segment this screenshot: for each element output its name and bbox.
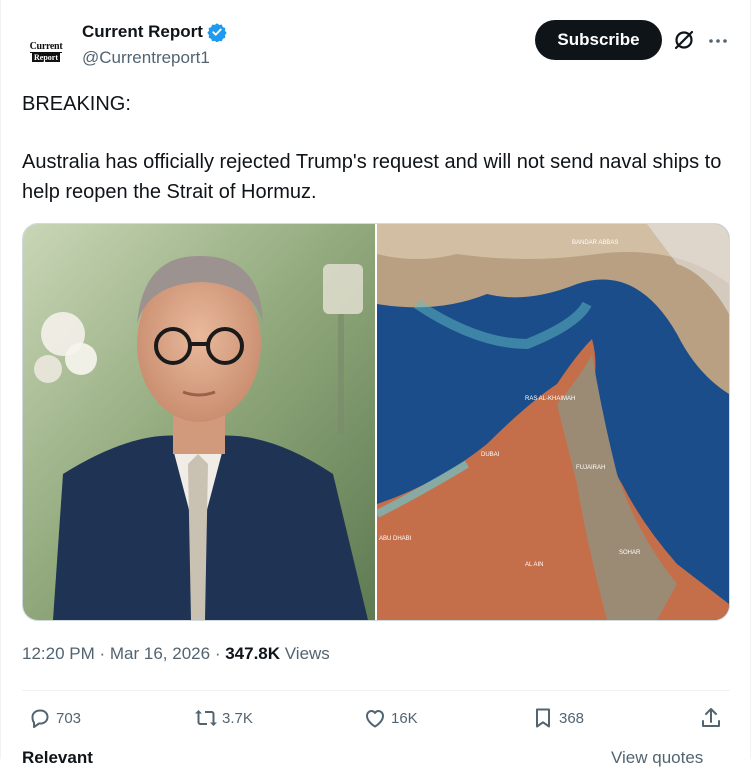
post-date[interactable]: Mar 16, 2026 <box>110 644 210 663</box>
share-icon <box>702 708 720 727</box>
repost-button[interactable]: 3.7K <box>194 706 253 730</box>
map-label-fujairah: FUJAIRAH <box>576 465 605 471</box>
verified-badge-icon <box>207 23 227 42</box>
bookmark-count: 368 <box>559 709 585 727</box>
reply-button[interactable]: 703 <box>28 706 81 730</box>
author-name-row[interactable]: Current Report <box>82 22 227 42</box>
map-label-ras-al-khaimah: RAS AL-KHAIMAH <box>525 396 575 402</box>
bookmark-icon <box>536 708 550 728</box>
handle[interactable]: @Currentreport1 <box>82 48 210 68</box>
meta-separator: · <box>99 644 110 663</box>
display-name[interactable]: Current Report <box>82 22 203 42</box>
more-icon[interactable] <box>706 29 730 53</box>
views-count[interactable]: 347.8K <box>225 644 280 663</box>
view-quotes-link[interactable]: View quotes <box>611 748 703 768</box>
map-label-sohar: SOHAR <box>619 550 641 556</box>
post-text-body: Australia has officially rejected Trump'… <box>22 151 722 203</box>
sort-relevant-dropdown[interactable]: Relevant <box>22 748 93 768</box>
meta-separator: · <box>214 644 226 663</box>
avatar[interactable]: Current Report <box>22 28 70 76</box>
satellite-map[interactable]: BANDAR ABBAS RAS AL-KHAIMAH DUBAI FUJAIR… <box>377 224 729 620</box>
subscribe-button[interactable]: Subscribe <box>535 20 662 60</box>
map-label-al-ain: AL AIN <box>525 562 543 568</box>
repost-icon <box>195 710 217 726</box>
reply-icon <box>31 709 49 728</box>
map-label-bandar-abbas: BANDAR ABBAS <box>572 240 618 246</box>
avatar-logo-bottom: Report <box>32 53 60 62</box>
heart-icon <box>366 710 384 728</box>
reply-count: 703 <box>56 709 82 727</box>
portrait-photo[interactable] <box>23 224 375 620</box>
post-time[interactable]: 12:20 PM <box>22 644 95 663</box>
grok-icon[interactable] <box>672 28 696 52</box>
like-count: 16K <box>391 709 418 727</box>
share-button[interactable] <box>699 706 723 730</box>
post-text-headline: BREAKING: <box>22 93 131 115</box>
post-meta: 12:20 PM · Mar 16, 2026 · 347.8K Views <box>22 644 330 664</box>
views-label: Views <box>284 644 330 663</box>
divider <box>22 690 730 691</box>
post-media[interactable]: BANDAR ABBAS RAS AL-KHAIMAH DUBAI FUJAIR… <box>22 223 730 621</box>
map-label-dubai: DUBAI <box>481 452 500 458</box>
bookmark-button[interactable]: 368 <box>531 706 584 730</box>
like-button[interactable]: 16K <box>363 706 418 730</box>
map-label-abu-dhabi: ABU DHABI <box>379 536 412 542</box>
repost-count: 3.7K <box>222 709 253 727</box>
avatar-logo-top: Current <box>29 41 63 53</box>
